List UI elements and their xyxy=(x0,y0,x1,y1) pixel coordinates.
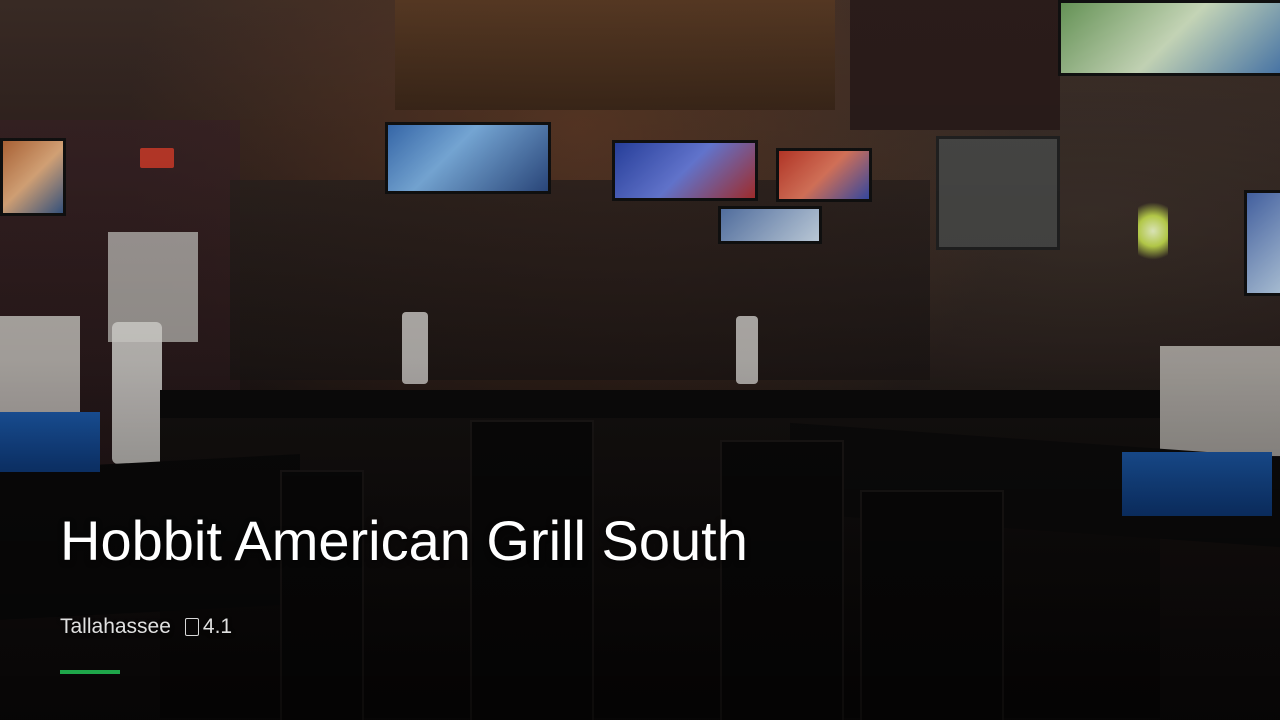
restaurant-rating: 4.1 xyxy=(202,615,233,638)
hero-banner: Hobbit American Grill South Tallahassee … xyxy=(0,0,1280,720)
restaurant-city: Tallahassee xyxy=(60,615,171,638)
accent-bar xyxy=(60,670,120,674)
restaurant-name: Hobbit American Grill South xyxy=(60,509,748,572)
photo-overlay xyxy=(0,0,1280,720)
star-icon xyxy=(184,618,199,636)
restaurant-meta: Tallahassee 4.1 xyxy=(60,614,232,640)
